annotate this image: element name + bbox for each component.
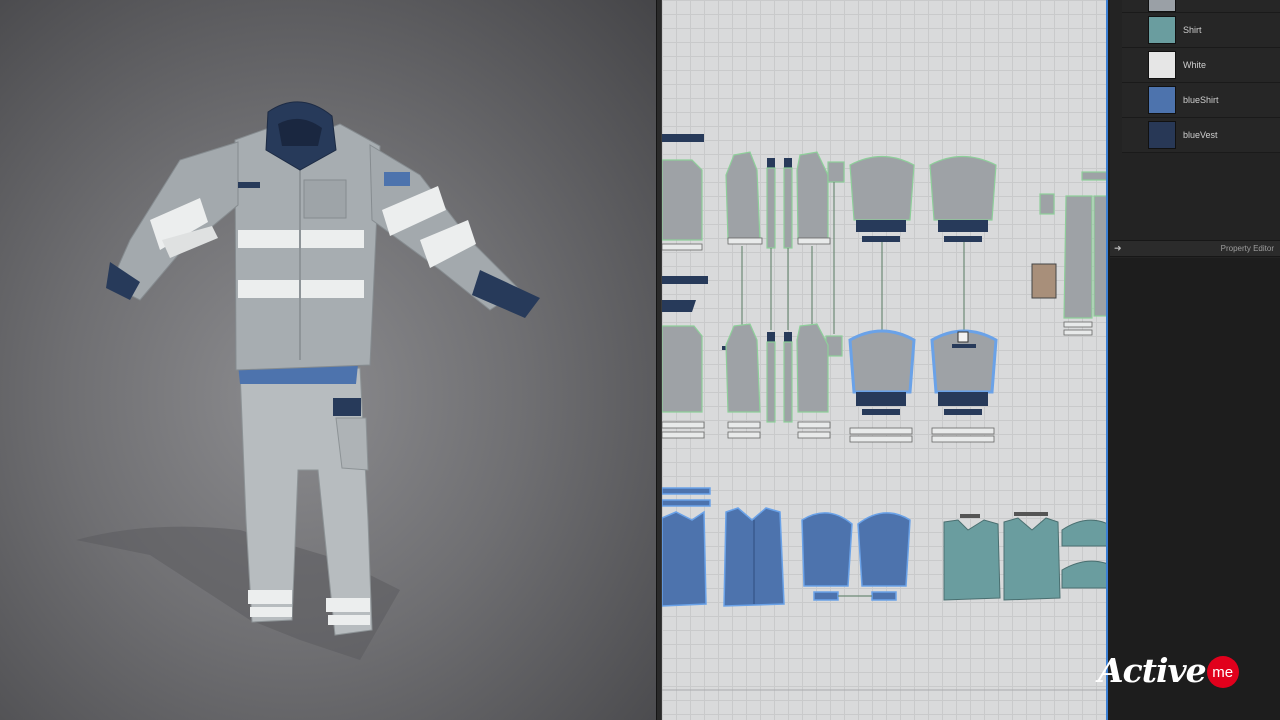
- pattern-piece-group-selected: [848, 329, 998, 443]
- fabric-swatch-bluevest: [1148, 121, 1176, 149]
- fabric-swatch-blueshirt: [1148, 86, 1176, 114]
- pattern-pieces: .pg { fill:#9ea2a6; stroke:#8ecf9a; stro…: [662, 134, 1106, 691]
- fabric-item-partial[interactable]: [1122, 0, 1280, 13]
- garment-3d-render: [76, 101, 540, 660]
- jacket-3d: [106, 101, 540, 371]
- fabric-name: Shirt: [1183, 25, 1202, 35]
- logo-badge: me: [1206, 656, 1239, 688]
- fabric-item-white[interactable]: White: [1122, 48, 1280, 83]
- 3d-viewport[interactable]: [0, 0, 656, 720]
- fabric-name: blueShirt: [1183, 95, 1219, 105]
- pattern-piece-group-pants: [1031, 171, 1106, 336]
- logo-wordmark: Active: [1098, 650, 1207, 690]
- fabric-name: blueVest: [1183, 130, 1218, 140]
- fabric-swatch: [1148, 0, 1176, 12]
- 2d-pattern-window[interactable]: .pg { fill:#9ea2a6; stroke:#8ecf9a; stro…: [662, 0, 1108, 720]
- fabric-item-bluevest[interactable]: blueVest: [1122, 118, 1280, 153]
- right-side-panel: Shirt White blueShirt blueVest ➜ Propert…: [1110, 0, 1280, 720]
- pattern-piece-group-blueshirt: [662, 487, 911, 607]
- pattern-piece-group-1: [662, 134, 708, 439]
- fabric-item-blueshirt[interactable]: blueShirt: [1122, 83, 1280, 118]
- fabric-list: Shirt White blueShirt blueVest: [1122, 0, 1280, 153]
- property-editor-title: Property Editor: [1220, 244, 1274, 253]
- fabric-item-shirt[interactable]: Shirt: [1122, 13, 1280, 48]
- fabric-swatch-shirt: [1148, 16, 1176, 44]
- fabric-swatch-white: [1148, 51, 1176, 79]
- activeme-logo: Active me: [1098, 648, 1258, 692]
- arrow-right-icon[interactable]: ➜: [1114, 243, 1122, 254]
- pattern-piece-group-3: [849, 156, 997, 330]
- fabric-name: White: [1183, 60, 1207, 70]
- pattern-piece-group-shirt: [943, 512, 1106, 601]
- property-editor-header[interactable]: ➜ Property Editor: [1110, 240, 1280, 257]
- pattern-piece-group-2: [722, 151, 845, 439]
